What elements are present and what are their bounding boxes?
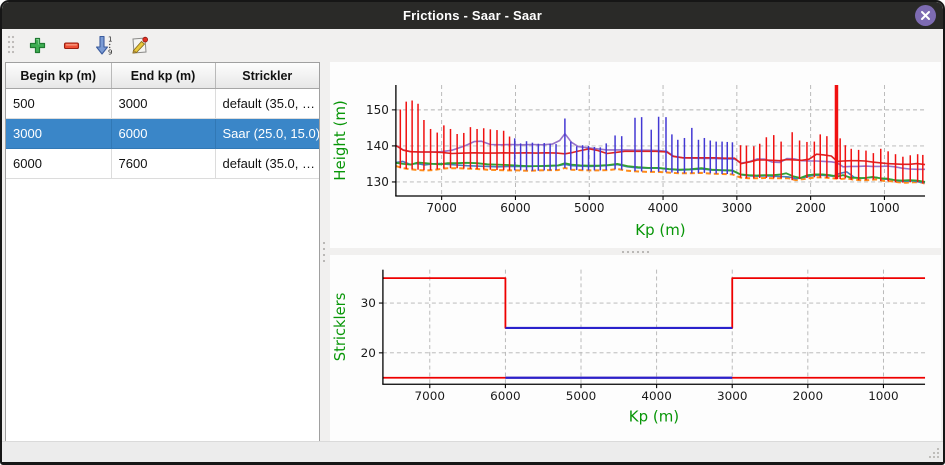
svg-text:5000: 5000 (566, 389, 596, 403)
horizontal-splitter[interactable] (329, 248, 942, 255)
svg-text:20: 20 (361, 346, 376, 360)
svg-text:4000: 4000 (648, 201, 678, 215)
table-header-row: Begin kp (m)End kp (m)Strickler (6, 63, 319, 89)
svg-text:1: 1 (108, 36, 112, 44)
cell-r1-c1[interactable]: 6000 (111, 119, 215, 149)
svg-text:7000: 7000 (426, 201, 456, 215)
remove-row-button[interactable] (58, 33, 84, 59)
stricklers-chart: 7000 6000 5000 4000 3000 2000 1000 20 30 Kp (m) St… (330, 255, 941, 441)
edit-pencil-icon (129, 36, 149, 56)
table-row[interactable]: 5003000default (35.0, … (6, 89, 319, 119)
cell-r2-c1[interactable]: 7600 (111, 149, 215, 179)
height-profile-chart: 7000 6000 5000 4000 3000 2000 1000 130 140 150 Kp … (330, 62, 941, 248)
height-profile-canvas: 7000 6000 5000 4000 3000 2000 1000 130 140 150 Kp … (330, 62, 941, 248)
svg-text:3000: 3000 (717, 389, 747, 403)
minus-icon (63, 37, 80, 54)
close-button[interactable] (915, 5, 936, 26)
cell-r1-c0[interactable]: 3000 (6, 119, 111, 149)
column-header-0[interactable]: Begin kp (m) (6, 63, 111, 89)
svg-text:7000: 7000 (415, 389, 445, 403)
column-header-2[interactable]: Strickler (215, 63, 319, 89)
splitter-grip-icon (621, 250, 651, 254)
charts-panel: 7000 6000 5000 4000 3000 2000 1000 130 140 150 Kp … (329, 62, 942, 442)
close-icon (920, 10, 931, 21)
svg-text:Kp (m): Kp (m) (635, 221, 685, 239)
cell-r0-c0[interactable]: 500 (6, 89, 111, 119)
cell-r0-c1[interactable]: 3000 (111, 89, 215, 119)
toolbar: 1 9 (2, 29, 943, 62)
cell-r0-c2[interactable]: default (35.0, … (215, 89, 319, 119)
splitter-grip-icon (321, 241, 327, 263)
svg-text:1000: 1000 (868, 389, 898, 403)
main-content: Begin kp (m)End kp (m)Strickler 5003000d… (2, 62, 943, 442)
sort-numeric-icon: 1 9 (95, 35, 115, 56)
svg-text:9: 9 (108, 49, 112, 57)
titlebar[interactable]: Frictions - Saar - Saar (2, 2, 943, 29)
svg-text:130: 130 (366, 175, 389, 189)
svg-text:6000: 6000 (500, 201, 530, 215)
cell-r2-c2[interactable]: default (35.0, … (215, 149, 319, 179)
table-row[interactable]: 30006000Saar (25.0, 15.0) (6, 119, 319, 149)
window-title: Frictions - Saar - Saar (403, 8, 542, 23)
svg-text:150: 150 (366, 103, 389, 117)
svg-text:5000: 5000 (574, 201, 604, 215)
svg-text:2000: 2000 (795, 201, 825, 215)
frictions-window: Frictions - Saar - Saar (0, 0, 945, 465)
svg-text:Kp (m): Kp (m) (629, 409, 679, 426)
vertical-splitter[interactable] (319, 62, 329, 442)
add-row-button[interactable] (24, 33, 50, 59)
toolbar-drag-handle[interactable] (6, 34, 16, 58)
resize-grip[interactable] (927, 446, 940, 459)
sort-button[interactable]: 1 9 (92, 33, 118, 59)
statusbar (2, 441, 943, 462)
cell-r2-c0[interactable]: 6000 (6, 149, 111, 179)
friction-segments-table: Begin kp (m)End kp (m)Strickler 5003000d… (5, 62, 320, 442)
svg-text:1000: 1000 (869, 201, 899, 215)
svg-text:6000: 6000 (490, 389, 520, 403)
svg-text:30: 30 (361, 296, 376, 310)
svg-text:Height (m): Height (m) (331, 100, 349, 181)
edit-button[interactable] (126, 33, 152, 59)
svg-text:3000: 3000 (722, 201, 752, 215)
cell-r1-c2[interactable]: Saar (25.0, 15.0) (215, 119, 319, 149)
table-row[interactable]: 60007600default (35.0, … (6, 149, 319, 179)
svg-text:Stricklers: Stricklers (332, 293, 349, 362)
svg-text:4000: 4000 (641, 389, 671, 403)
svg-text:140: 140 (366, 139, 389, 153)
column-header-1[interactable]: End kp (m) (111, 63, 215, 89)
stricklers-canvas: 7000 6000 5000 4000 3000 2000 1000 20 30 Kp (m) St… (330, 255, 941, 441)
svg-text:2000: 2000 (793, 389, 823, 403)
plus-icon (29, 37, 46, 54)
